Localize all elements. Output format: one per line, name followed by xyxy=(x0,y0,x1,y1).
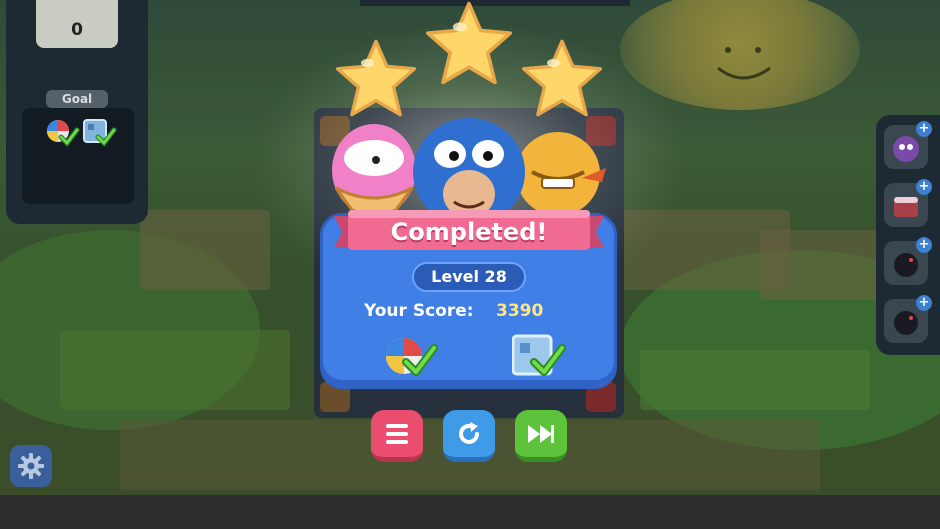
star-icon xyxy=(335,39,416,117)
fast-forward-icon xyxy=(528,424,554,443)
goal-label: Goal xyxy=(46,90,108,108)
booster-slot[interactable]: + xyxy=(884,121,932,169)
add-booster-icon: + xyxy=(916,179,932,195)
replay-icon xyxy=(459,421,479,444)
score-value: 3390 xyxy=(496,301,544,321)
goal-panel xyxy=(22,108,134,204)
beach-ball-goal-icon xyxy=(386,338,438,376)
sun-face-icon xyxy=(717,47,771,80)
path-decoration xyxy=(60,330,290,410)
score-label: Your Score: xyxy=(364,301,474,321)
checkmark-icon xyxy=(95,127,117,147)
booster-slot[interactable]: + xyxy=(884,237,932,285)
add-booster-icon: + xyxy=(916,237,932,253)
ice-block-goal-icon xyxy=(512,334,566,376)
replay-button[interactable] xyxy=(443,410,495,462)
booster-slot[interactable]: + xyxy=(884,179,932,227)
settings-button[interactable] xyxy=(10,445,52,487)
menu-button[interactable] xyxy=(371,410,423,462)
add-booster-icon: + xyxy=(916,295,932,311)
add-booster-icon: + xyxy=(916,121,932,137)
moves-value: 0 xyxy=(71,20,83,40)
booster-panel: + + + + xyxy=(876,115,940,355)
booster-slot[interactable]: + xyxy=(884,295,932,343)
path-decoration xyxy=(760,230,880,300)
bottom-bar xyxy=(0,495,940,529)
star-icon xyxy=(522,39,602,117)
star-icon xyxy=(425,1,512,85)
moves-counter: 0 xyxy=(36,0,118,48)
next-level-button[interactable] xyxy=(515,410,567,462)
dialog-title: Completed! xyxy=(390,218,548,246)
gear-icon xyxy=(18,453,44,479)
menu-icon xyxy=(386,423,408,444)
checkmark-icon xyxy=(58,127,80,147)
path-decoration xyxy=(640,350,870,410)
level-badge: Level 28 xyxy=(412,262,526,292)
